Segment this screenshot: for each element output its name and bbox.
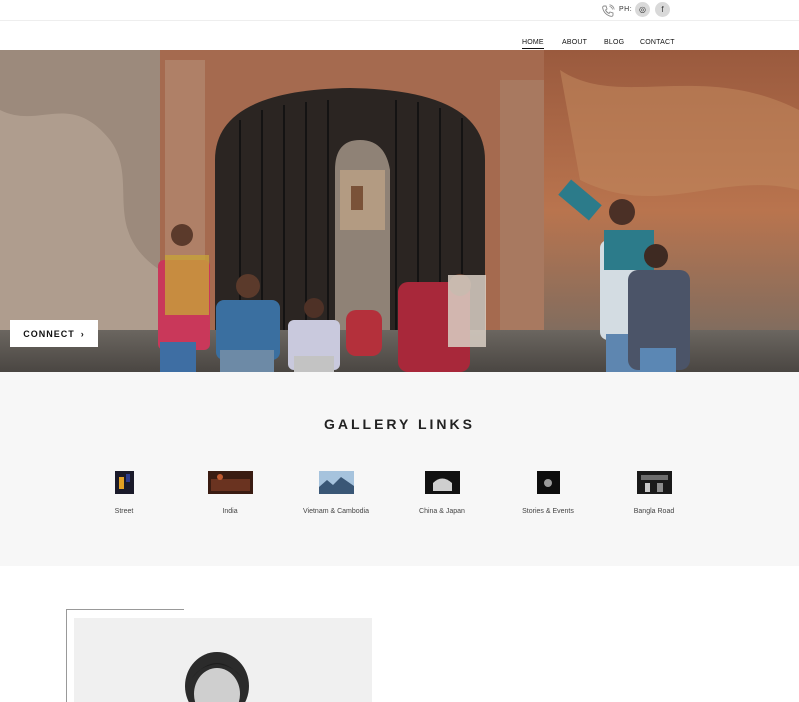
gallery-label: Street (114, 508, 134, 515)
gallery-link-street[interactable]: Street (69, 471, 179, 515)
gallery-label: Bangla Road (633, 508, 675, 515)
nav-contact[interactable]: CONTACT (640, 39, 675, 46)
hero-slider[interactable] (0, 50, 799, 372)
gallery-thumb-stories (536, 471, 560, 494)
gallery-thumb-china (424, 471, 460, 494)
portrait-image (74, 618, 372, 702)
nav-home[interactable]: HOME (522, 39, 544, 49)
instagram-icon[interactable]: ◎ (635, 2, 650, 17)
phone-label: PH: (619, 6, 633, 13)
gallery-link-vietnam-cambodia[interactable]: Vietnam & Cambodia (281, 471, 391, 515)
gallery-link-china-japan[interactable]: China & Japan (387, 471, 497, 515)
nav-blog[interactable]: BLOG (604, 39, 624, 46)
hero-image (0, 50, 799, 372)
gallery-label: Vietnam & Cambodia (302, 508, 370, 515)
phone-icon (602, 4, 615, 17)
gallery-thumb-street (114, 471, 134, 494)
gallery-section (0, 372, 799, 566)
gallery-thumb-bangla (636, 471, 672, 494)
nav-about[interactable]: ABOUT (562, 39, 587, 46)
top-bar: PH: ◎ f (0, 0, 799, 21)
facebook-icon[interactable]: f (655, 2, 670, 17)
gallery-label: China & Japan (419, 508, 465, 515)
frame-line (66, 609, 67, 702)
gallery-label: India (222, 508, 238, 515)
gallery-title: GALLERY LINKS (323, 416, 475, 432)
frame-line (66, 609, 184, 610)
gallery-label: Stories & Events (522, 508, 574, 515)
gallery-thumb-vietnam (318, 471, 354, 494)
gallery-link-stories-events[interactable]: Stories & Events (493, 471, 603, 515)
chevron-right-icon: › (80, 328, 85, 339)
connect-label: CONNECT (23, 328, 75, 339)
connect-button[interactable]: CONNECT › (10, 320, 98, 347)
gallery-thumb-india (207, 471, 253, 494)
gallery-link-bangla-road[interactable]: Bangla Road (599, 471, 709, 515)
gallery-link-india[interactable]: India (175, 471, 285, 515)
